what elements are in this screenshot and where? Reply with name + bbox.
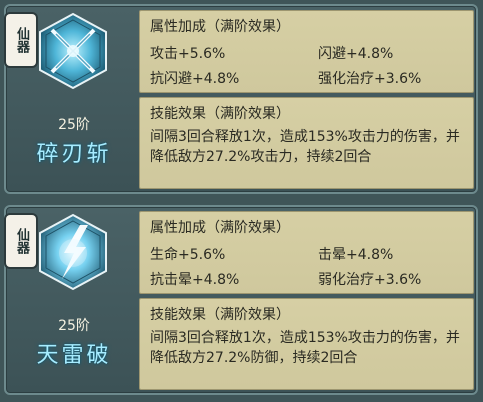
attribute-bonus-panel: 属性加成（满阶效果） 生命+5.6% 击晕+4.8% 抗击晕+4.8% 弱化治疗… (139, 211, 474, 294)
skill-level: 25阶 (58, 318, 90, 334)
skill-name: 碎刃斩 (36, 142, 112, 167)
skill-icon-area: 仙器 25阶 天雷破 (6, 211, 136, 389)
immortal-seal-badge: 仙器 (6, 215, 36, 267)
immortal-seal-badge: 仙器 (6, 14, 36, 66)
stat-dodge: 闪避+4.8% (318, 46, 394, 62)
crossed-swords-icon[interactable] (34, 12, 112, 90)
skill-icon-area: 仙器 25阶 碎刃斩 (6, 10, 136, 188)
skill-level: 25阶 (58, 117, 90, 133)
skill-name: 天雷破 (36, 343, 112, 368)
skill-card-1[interactable]: 仙器 25阶 碎刃斩 属性加成（满阶效果） 攻击+5.6% 闪避+4.8% 抗闪… (4, 4, 478, 194)
attribute-bonus-title: 属性加成（满阶效果） (150, 220, 290, 236)
skill-effect-title: 技能效果（满阶效果） (150, 307, 290, 323)
skill-effect-title: 技能效果（满阶效果） (150, 106, 290, 122)
attribute-bonus-title: 属性加成（满阶效果） (150, 19, 290, 35)
skill-effect-text: 间隔3回合释放1次，造成153%攻击力的伤害，并降低敌方27.2%攻击力，持续2… (150, 129, 460, 165)
skill-card-2[interactable]: 仙器 25阶 天雷破 属性加成（满阶效果） 生命+5.6% 击晕+4.8% 抗击… (4, 205, 478, 395)
stat-stun: 击晕+4.8% (318, 247, 394, 263)
stat-attack: 攻击+5.6% (150, 46, 226, 62)
attribute-bonus-panel: 属性加成（满阶效果） 攻击+5.6% 闪避+4.8% 抗闪避+4.8% 强化治疗… (139, 10, 474, 93)
thunder-burst-icon[interactable] (34, 213, 112, 291)
skill-effect-panel: 技能效果（满阶效果） 间隔3回合释放1次，造成153%攻击力的伤害，并降低敌方2… (139, 97, 474, 189)
skill-effect-text: 间隔3回合释放1次，造成153%攻击力的伤害，并降低敌方27.2%防御，持续2回… (150, 330, 460, 366)
stat-heal-weaken: 弱化治疗+3.6% (318, 272, 422, 288)
stat-heal-boost: 强化治疗+3.6% (318, 71, 422, 87)
stat-anti-stun: 抗击晕+4.8% (150, 272, 240, 288)
stat-hp: 生命+5.6% (150, 247, 226, 263)
stat-anti-dodge: 抗闪避+4.8% (150, 71, 240, 87)
skill-effect-panel: 技能效果（满阶效果） 间隔3回合释放1次，造成153%攻击力的伤害，并降低敌方2… (139, 298, 474, 390)
